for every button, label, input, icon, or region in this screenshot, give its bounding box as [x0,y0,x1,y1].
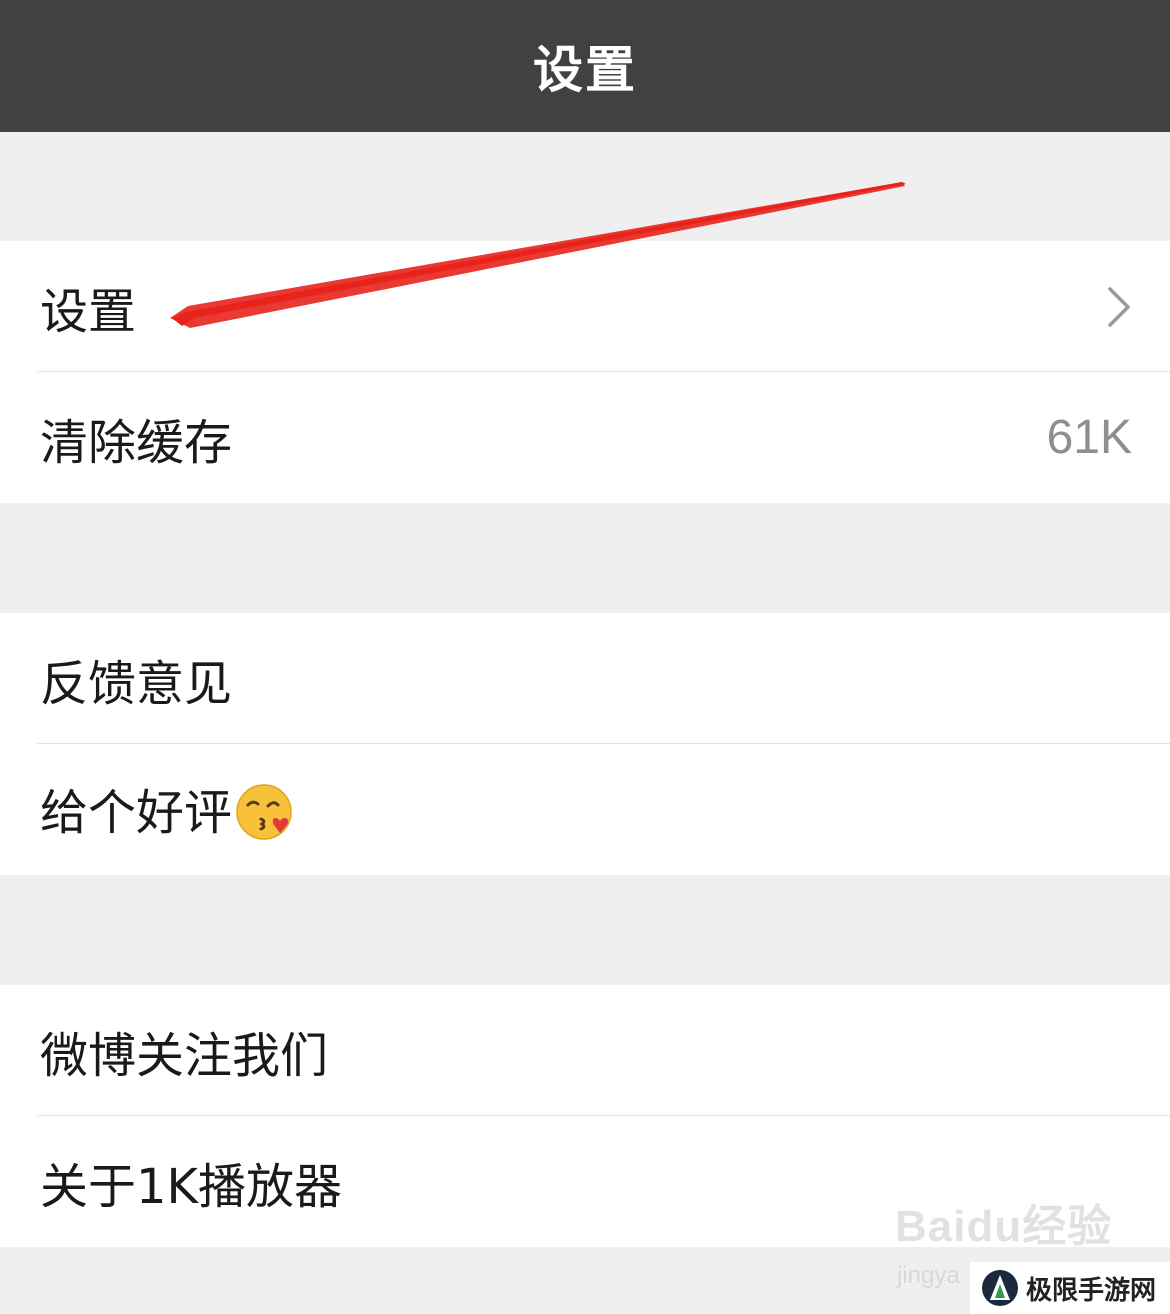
watermark-subtext: jingya [897,1262,960,1289]
rate-app-label: 给个好评 [40,784,233,841]
settings-label: 设置 [40,283,137,340]
settings-group-1: 设置 清除缓存 61K [0,241,1170,503]
feedback-row[interactable]: 反馈意见 [0,613,1170,744]
rate-app-row[interactable]: 给个好评 [0,744,1170,875]
page-title: 设置 [533,41,637,99]
weibo-follow-row[interactable]: 微博关注我们 [0,985,1170,1116]
navigation-bar: 设置 [0,0,1170,132]
clear-cache-label: 清除缓存 [40,414,233,471]
chevron-right-icon [1108,286,1130,327]
site-logo-icon [982,1270,1018,1306]
rate-app-label-wrap: 给个好评 [40,773,1132,847]
settings-group-2: 反馈意见 给个好评 [0,613,1170,875]
site-badge: 极限手游网 [970,1262,1170,1314]
weibo-follow-label: 微博关注我们 [40,1027,329,1084]
settings-row[interactable]: 设置 [0,241,1170,372]
baidu-watermark: Baidu经验 [895,1202,1113,1251]
kissing-face-emoji-icon [236,783,292,840]
clear-cache-row[interactable]: 清除缓存 61K [0,372,1170,503]
site-name: 极限手游网 [1026,1275,1157,1306]
feedback-label: 反馈意见 [40,655,233,712]
cache-size-value: 61K [1046,411,1132,464]
